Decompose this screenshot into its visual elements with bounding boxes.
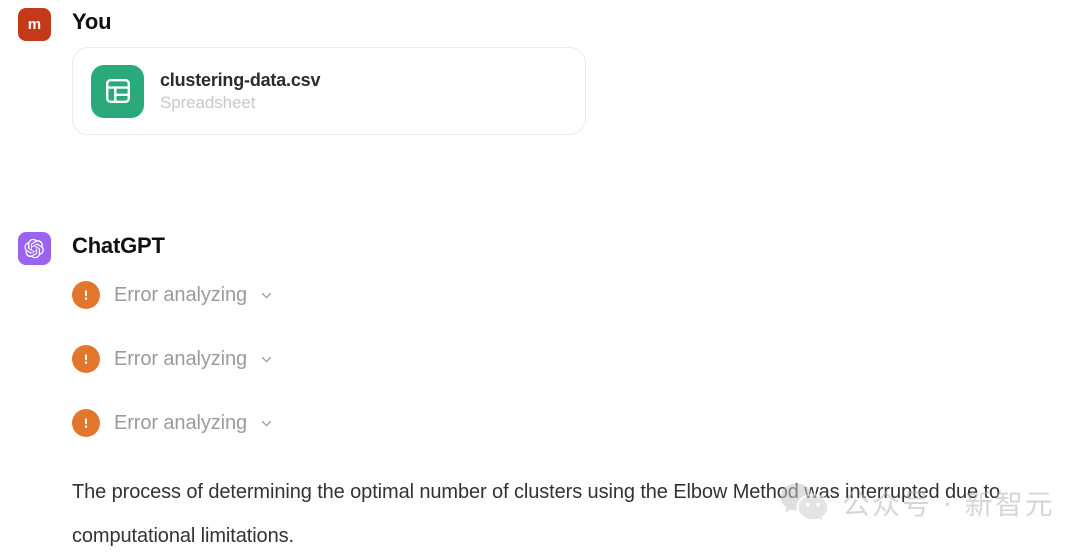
- message-author-name: You: [72, 9, 112, 34]
- file-type: Spreadsheet: [160, 92, 256, 112]
- error-exclamation-icon: [72, 345, 100, 373]
- tool-run-label: Error analyzing: [114, 347, 248, 370]
- file-meta: clustering-data.csv Spreadsheet: [160, 70, 320, 113]
- tool-run-row[interactable]: Error analyzing: [72, 344, 322, 374]
- chevron-down-icon[interactable]: [259, 416, 274, 431]
- avatar: [18, 232, 51, 265]
- assistant-answer-text: The process of determining the optimal n…: [72, 481, 1000, 547]
- message-author-name: ChatGPT: [72, 233, 165, 258]
- chevron-down-icon[interactable]: [259, 288, 274, 303]
- file-name: clustering-data.csv: [160, 69, 321, 90]
- file-attachment-card[interactable]: clustering-data.csv Spreadsheet: [72, 47, 586, 135]
- tool-run-row[interactable]: Error analyzing: [72, 408, 322, 438]
- spreadsheet-icon: [91, 64, 144, 118]
- tool-run-list: Error analyzing Error analyzing Error an…: [72, 280, 322, 472]
- chat-conversation: m You clustering-data.csv Spreadsheet Ch…: [0, 0, 1080, 547]
- avatar-initial: m: [27, 16, 42, 33]
- tool-run-row[interactable]: Error analyzing: [72, 280, 322, 310]
- error-exclamation-icon: [72, 409, 100, 437]
- avatar: m: [18, 8, 51, 41]
- tool-run-label: Error analyzing: [114, 283, 248, 306]
- tool-run-label: Error analyzing: [114, 411, 248, 434]
- openai-logo-icon: [24, 238, 45, 259]
- chevron-down-icon[interactable]: [259, 352, 274, 367]
- error-exclamation-icon: [72, 281, 100, 309]
